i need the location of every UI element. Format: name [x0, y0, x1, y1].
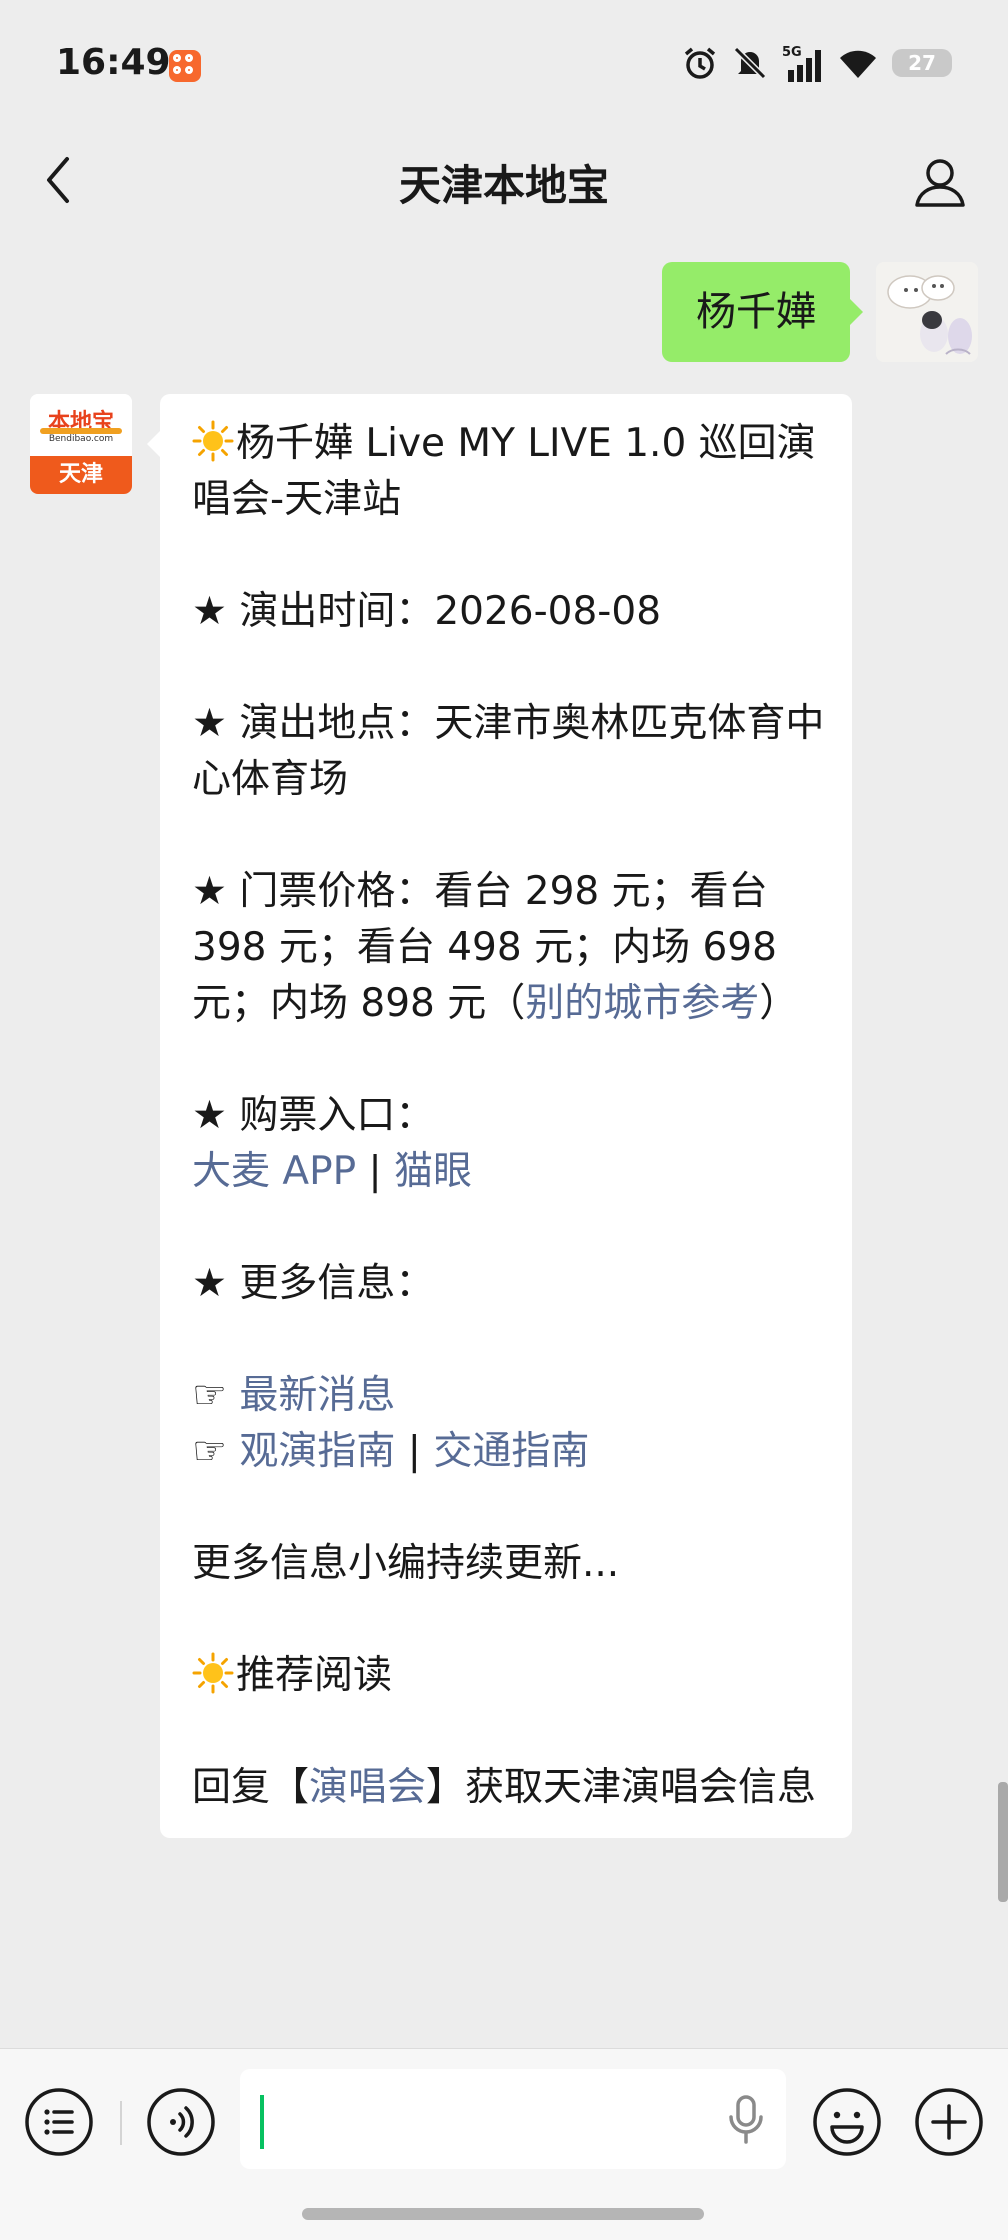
ticket-price: ★ 门票价格：看台 298 元；看台 398 元；看台 498 元；内场 698…	[192, 864, 828, 1032]
pointing-hand-icon: ☞	[192, 1373, 240, 1418]
news-line: ☞ 最新消息	[192, 1368, 828, 1424]
reply-suffix: 】获取天津演唱会信息	[426, 1765, 817, 1810]
updating-note: 更多信息小编持续更新...	[192, 1541, 620, 1586]
reply-hint: 回复【演唱会】获取天津演唱会信息	[192, 1760, 828, 1816]
event-title-line: 杨千嬅 Live MY LIVE 1.0 巡回演唱会-天津站	[192, 416, 828, 528]
latest-news-link[interactable]: 最新消息	[239, 1373, 395, 1418]
sun-emoji-icon	[192, 1652, 234, 1694]
plus-icon	[915, 2088, 983, 2156]
link-separator: |	[395, 1429, 434, 1474]
account-avatar[interactable]: 本地宝 Bendibao.com 天津	[30, 394, 132, 494]
reply-prefix: 回复【	[192, 1765, 310, 1810]
signal-icon: 5G	[782, 45, 821, 82]
voice-button[interactable]	[146, 2087, 216, 2157]
other-cities-link[interactable]: 别的城市参考	[525, 981, 759, 1026]
event-title: 杨千嬅 Live MY LIVE 1.0 巡回演唱会-天津站	[192, 421, 816, 522]
link-separator: |	[356, 1149, 395, 1194]
recommend-line: 推荐阅读	[192, 1648, 828, 1704]
ticket-links: 大麦 APP | 猫眼	[192, 1144, 828, 1200]
guide-line: ☞ 观演指南 | 交通指南	[192, 1424, 828, 1480]
more-info-heading: ★ 更多信息：	[192, 1261, 435, 1306]
alarm-icon	[684, 47, 716, 79]
profile-button[interactable]	[908, 150, 972, 214]
event-time: ★ 演出时间：2026-08-08	[192, 589, 662, 634]
pointing-hand-icon: ☞	[192, 1429, 240, 1474]
status-bar: 16:49 5G 27	[0, 0, 1008, 130]
more-button[interactable]	[914, 2087, 984, 2157]
menu-button[interactable]	[24, 2087, 94, 2157]
emoji-icon	[813, 2088, 881, 2156]
damai-app-link[interactable]: 大麦 APP	[192, 1149, 356, 1194]
wifi-icon	[840, 50, 876, 78]
network-label: 5G	[782, 45, 802, 60]
mute-icon	[733, 46, 767, 80]
logo-url: Bendibao.com	[48, 434, 114, 444]
user-avatar[interactable]	[876, 262, 978, 362]
viewing-guide-link[interactable]: 观演指南	[239, 1429, 395, 1474]
status-icons: 5G 27	[682, 44, 952, 82]
chat-area[interactable]: 杨千嬅 本地宝 Bendibao.com 天津 杨千嬅 Live MY LIVE…	[0, 236, 1008, 2048]
page-title: 天津本地宝	[398, 161, 609, 210]
cartoon-cat-avatar	[876, 262, 978, 362]
scrollbar[interactable]	[998, 1782, 1008, 1902]
battery-icon: 27	[892, 49, 952, 77]
person-icon	[915, 159, 965, 207]
text-cursor	[260, 2095, 264, 2149]
status-time: 16:49	[56, 42, 171, 83]
voice-icon	[147, 2088, 215, 2156]
event-venue: ★ 演出地点：天津市奥林匹克体育中心体育场	[192, 701, 825, 802]
title-bar: 天津本地宝	[0, 130, 1008, 236]
home-indicator[interactable]	[302, 2208, 704, 2220]
logo-top: 本地宝 Bendibao.com	[30, 394, 132, 456]
maoyan-link[interactable]: 猫眼	[394, 1149, 472, 1194]
mic-icon[interactable]	[728, 2095, 764, 2145]
outgoing-message[interactable]: 杨千嬅	[662, 262, 863, 362]
concert-keyword-link[interactable]: 演唱会	[309, 1765, 426, 1810]
traffic-guide-link[interactable]: 交通指南	[433, 1429, 589, 1474]
incoming-message[interactable]: 杨千嬅 Live MY LIVE 1.0 巡回演唱会-天津站 ★ 演出时间：20…	[147, 394, 852, 1838]
emoji-button[interactable]	[812, 2087, 882, 2157]
ticket-heading: ★ 购票入口：	[192, 1093, 435, 1138]
list-menu-icon	[25, 2088, 93, 2156]
price-close: ）	[759, 981, 799, 1026]
app-notification-icon	[169, 50, 201, 82]
message-input[interactable]	[240, 2069, 786, 2169]
logo-city: 天津	[30, 456, 132, 494]
divider	[120, 2101, 122, 2145]
recommend-text: 推荐阅读	[236, 1653, 393, 1698]
sun-emoji-icon	[192, 420, 234, 462]
